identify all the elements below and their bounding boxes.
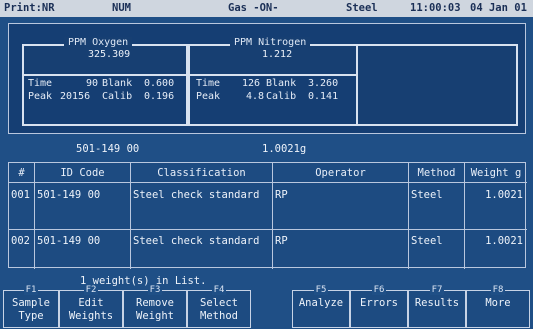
f2-key-label: F2 [83, 285, 99, 295]
f2-line1: Edit [78, 297, 104, 309]
oxygen-peak-label: Peak [28, 91, 53, 102]
oxygen-blank-value: 0.600 [144, 78, 175, 89]
row-method: Steel [411, 189, 443, 201]
col-header-classification: Classification [131, 163, 273, 183]
f8-line1: More [485, 297, 511, 309]
f1-sample-type-button[interactable]: F1 Sample Type [3, 285, 59, 328]
f5-line1: Analyze [298, 297, 344, 309]
f2-edit-weights-button[interactable]: F2 Edit Weights [59, 285, 123, 328]
print-status: Print:NR [4, 2, 55, 14]
oxygen-details: Time 90 Blank 0.600 Peak 20156 Calib 0.1… [22, 76, 188, 126]
f1-key-label: F1 [23, 285, 39, 295]
nitrogen-blank-value: 3.260 [308, 78, 339, 89]
col-header-id-code: ID Code [35, 163, 131, 183]
f6-key-label: F6 [371, 285, 387, 295]
row-classification: Steel check standard [133, 235, 260, 247]
nitrogen-peak-value: 4.8 [246, 91, 265, 102]
nitrogen-details: Time 126 Blank 3.260 Peak 4.8 Calib 0.14… [188, 76, 358, 126]
f3-remove-weight-button[interactable]: F3 Remove Weight [123, 285, 187, 328]
f6-errors-button[interactable]: F6 Errors [350, 285, 408, 328]
nitrogen-time-label: Time [196, 78, 221, 89]
f1-line2: Type [18, 310, 44, 322]
weights-table: # ID Code Classification Operator Method… [8, 162, 527, 269]
f8-key-label: F8 [490, 285, 506, 295]
col-header-number: # [9, 163, 35, 183]
f4-line1: Select [200, 297, 238, 309]
f3-line2: Weight [136, 310, 174, 322]
oxygen-time-value: 90 [86, 78, 99, 89]
row-operator: RP [275, 189, 288, 201]
row-classification: Steel check standard [133, 189, 260, 201]
oxygen-value: 325.309 [88, 49, 131, 60]
nitrogen-peak-label: Peak [196, 91, 221, 102]
f5-analyze-button[interactable]: F5 Analyze [292, 285, 350, 328]
oxygen-group: PPM Oxygen 325.309 [22, 37, 188, 76]
f4-select-method-button[interactable]: F4 Select Method [187, 285, 251, 328]
empty-readout-group [358, 44, 518, 126]
row-number: 002 [11, 235, 30, 247]
nitrogen-time-value: 126 [242, 78, 261, 89]
f6-line1: Errors [360, 297, 398, 309]
f7-results-button[interactable]: F7 Results [408, 285, 466, 328]
row-divider [9, 229, 527, 230]
f1-line1: Sample [12, 297, 50, 309]
f4-key-label: F4 [211, 285, 227, 295]
nitrogen-calib-value: 0.141 [308, 91, 339, 102]
nitrogen-group: PPM Nitrogen 1.212 [188, 37, 358, 76]
row-id-code: 501-149 00 [37, 189, 101, 201]
f8-more-button[interactable]: F8 More [466, 285, 530, 328]
f7-line1: Results [414, 297, 460, 309]
oxygen-blank-label: Blank [102, 78, 133, 89]
current-sample-id: 501-149 00 [76, 143, 140, 155]
clock-date: 04 Jan 01 [470, 2, 527, 14]
f7-key-label: F7 [429, 285, 445, 295]
gas-status: Gas -ON- [228, 2, 279, 14]
row-number: 001 [11, 189, 30, 201]
nitrogen-title: PPM Nitrogen [230, 37, 311, 48]
status-bar: Print:NR NUM Gas -ON- Steel 11:00:03 04 … [0, 0, 533, 17]
row-weight: 1.0021 [485, 235, 523, 247]
oxygen-calib-label: Calib [102, 91, 133, 102]
col-header-method: Method [409, 163, 465, 183]
nitrogen-calib-label: Calib [266, 91, 297, 102]
method-indicator: Steel [346, 2, 378, 14]
clock-time: 11:00:03 [410, 2, 461, 14]
f2-line2: Weights [68, 310, 114, 322]
col-header-weight: Weight g [465, 163, 527, 183]
f3-key-label: F3 [147, 285, 163, 295]
row-operator: RP [275, 235, 288, 247]
oxygen-calib-value: 0.196 [144, 91, 175, 102]
col-header-operator: Operator [273, 163, 409, 183]
current-sample-weight: 1.0021g [262, 143, 307, 155]
row-id-code: 501-149 00 [37, 235, 101, 247]
nitrogen-value: 1.212 [262, 49, 293, 60]
f3-line1: Remove [136, 297, 174, 309]
oxygen-time-label: Time [28, 78, 53, 89]
row-weight: 1.0021 [485, 189, 523, 201]
f5-key-label: F5 [313, 285, 329, 295]
oxygen-peak-value: 20156 [60, 91, 91, 102]
f4-line2: Method [200, 310, 238, 322]
num-lock-indicator: NUM [112, 2, 131, 14]
row-method: Steel [411, 235, 443, 247]
nitrogen-blank-label: Blank [266, 78, 297, 89]
oxygen-title: PPM Oxygen [64, 37, 133, 48]
